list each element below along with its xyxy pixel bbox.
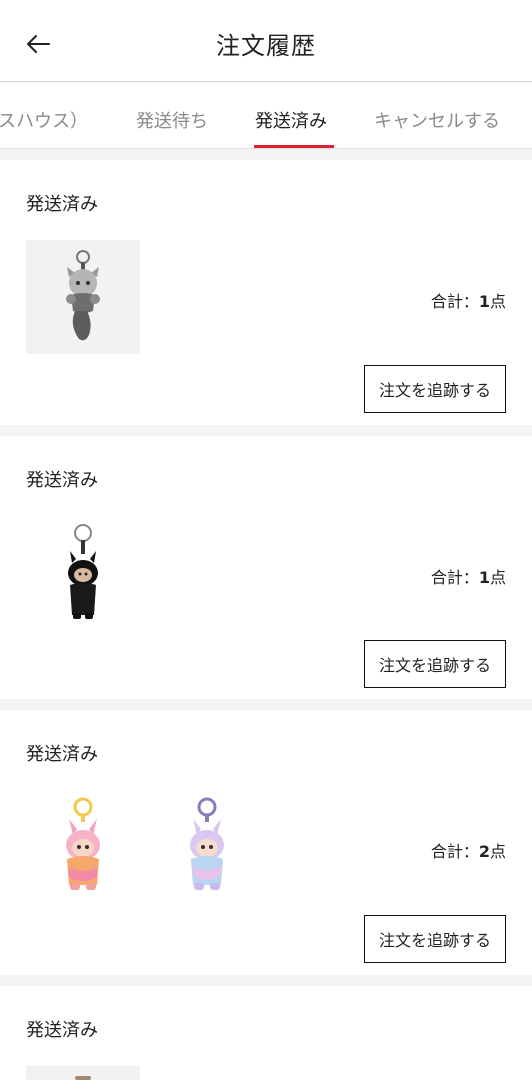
top-bar: 注文履歴 [0,0,532,82]
product-thumbnail[interactable] [26,1066,140,1080]
track-order-button[interactable]: 注文を追跡する [364,640,506,688]
order-card[interactable]: 発送済み 合計：2点 注文を追跡する [0,710,532,975]
grey-wolf-keychain-icon[interactable] [26,240,140,354]
tab-cancel[interactable]: キャンセルする [374,107,500,133]
track-order-button[interactable]: 注文を追跡する [364,915,506,963]
order-total: 合計：1点 [430,292,506,311]
tab-awaiting-shipment[interactable]: 発送待ち [136,107,208,133]
order-status-tabs: スハウス） 発送待ち 発送済み キャンセルする [0,83,532,149]
order-status-label: 発送済み [26,1020,98,1041]
tab-warehouse[interactable]: スハウス） [0,107,88,133]
order-total: 合計：2点 [430,842,506,861]
order-status-label: 発送済み [26,194,98,215]
pink-rainbow-labubu-keychain-icon[interactable] [26,790,140,904]
black-labubu-keychain-icon[interactable] [26,516,140,630]
tab-shipped[interactable]: 発送済み [255,107,327,133]
order-status-label: 発送済み [26,744,98,765]
pastel-labubu-keychain-icon[interactable] [150,790,264,904]
track-order-button[interactable]: 注文を追跡する [364,365,506,413]
active-tab-indicator [254,145,334,148]
order-status-label: 発送済み [26,470,98,491]
order-card[interactable]: 発送済み 合計：1点 注文を追跡する [0,436,532,699]
order-total: 合計：1点 [430,568,506,587]
order-card[interactable]: 発送済み 合計：1点 注文を追跡する [0,160,532,425]
order-card[interactable]: 発送済み [0,986,532,1080]
page-title: 注文履歴 [216,32,316,60]
